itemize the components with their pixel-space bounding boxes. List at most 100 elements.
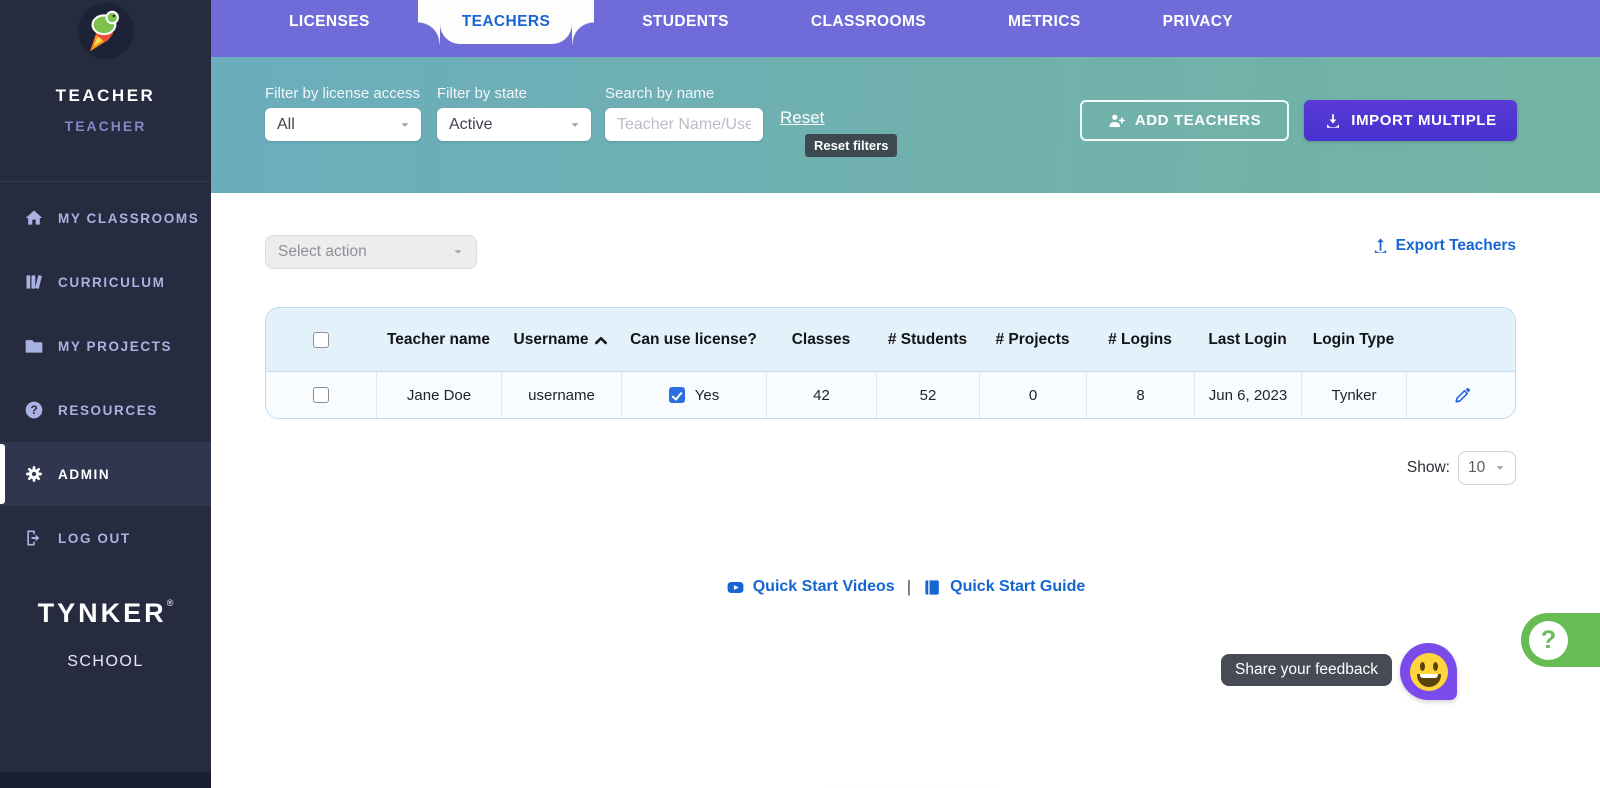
feedback-button[interactable] (1400, 643, 1457, 700)
tynker-logo: TYNKER® (0, 598, 211, 629)
school-name: TEACHER (0, 86, 211, 106)
admin-teachers-page: TEACHER TEACHER MY CLASSROOMS CURRICULUM (0, 0, 1600, 788)
smiley-icon (1410, 653, 1448, 691)
filter-license-access-select[interactable]: All (265, 108, 421, 141)
chevron-down-icon (399, 119, 411, 131)
quick-start-guide-link[interactable]: Quick Start Guide (923, 578, 1085, 597)
book-icon (923, 578, 942, 597)
sidebar-item-label: MY PROJECTS (58, 339, 172, 354)
row-checkbox[interactable] (313, 387, 329, 403)
export-icon (1372, 238, 1389, 255)
tab-label: TEACHERS (462, 13, 550, 31)
sidebar-item-my-projects[interactable]: MY PROJECTS (0, 314, 211, 378)
tab-teachers[interactable]: TEACHERS (440, 0, 572, 44)
license-checkbox[interactable] (669, 387, 685, 403)
page-size-select[interactable]: 10 (1458, 451, 1516, 485)
column-label: # Logins (1108, 331, 1172, 349)
school-logo[interactable] (0, 3, 211, 64)
can-use-license-cell: Yes (621, 372, 766, 418)
help-button[interactable]: ? (1521, 613, 1600, 667)
select-all-checkbox[interactable] (313, 332, 329, 348)
search-input[interactable] (605, 108, 763, 141)
row-select-cell (266, 372, 376, 418)
header-logins[interactable]: # Logins (1086, 308, 1194, 371)
video-icon (726, 578, 745, 597)
import-multiple-button[interactable]: IMPORT MULTIPLE (1304, 100, 1517, 141)
dino-rocket-logo-icon (78, 3, 134, 59)
teachers-table: Teacher name Username Can use license? C… (265, 307, 1516, 419)
folder-icon (24, 336, 44, 356)
tab-students[interactable]: STUDENTS (630, 0, 741, 44)
header-actions (1406, 308, 1516, 371)
teacher-name-cell: Jane Doe (376, 372, 501, 418)
header-students[interactable]: # Students (876, 308, 979, 371)
feedback-tooltip: Share your feedback (1221, 654, 1392, 686)
reset-filters-link[interactable]: Reset (780, 108, 824, 128)
main-content: Select action Export Teachers Teacher na… (211, 193, 1600, 788)
import-multiple-label: IMPORT MULTIPLE (1351, 112, 1496, 129)
gear-icon (24, 464, 44, 484)
sidebar-item-resources[interactable]: ? RESOURCES (0, 378, 211, 442)
sidebar-item-admin[interactable]: ADMIN (0, 442, 211, 506)
filter-bar: Filter by license access All Filter by s… (211, 57, 1600, 193)
username-cell: username (501, 372, 621, 418)
column-label: Can use license? (630, 331, 757, 349)
sidebar-item-label: ADMIN (58, 467, 110, 482)
search-group: Search by name (605, 85, 763, 141)
tab-label: STUDENTS (642, 13, 729, 31)
tab-licenses[interactable]: LICENSES (277, 0, 382, 44)
column-label: Teacher name (387, 331, 490, 349)
header-classes[interactable]: Classes (766, 308, 876, 371)
sidebar-item-label: RESOURCES (58, 403, 158, 418)
header-login-type[interactable]: Login Type (1301, 308, 1406, 371)
tab-label: METRICS (1008, 13, 1081, 31)
filter-state-select[interactable]: Active (437, 108, 591, 141)
add-teachers-button[interactable]: ADD TEACHERS (1080, 100, 1289, 141)
tab-metrics[interactable]: METRICS (996, 0, 1093, 44)
filter-state-group: Filter by state Active (437, 85, 591, 141)
students-cell: 52 (876, 372, 979, 418)
tab-label: CLASSROOMS (811, 13, 926, 31)
bottom-shadow (361, 746, 1461, 788)
tynker-wordmark: TYNKER (38, 598, 167, 628)
table-row: Jane Doe username Yes 42 52 0 8 Jun 6, 2… (266, 371, 1515, 418)
tab-label: PRIVACY (1163, 13, 1234, 31)
question-circle-icon: ? (24, 400, 44, 420)
sidebar-item-log-out[interactable]: LOG OUT (0, 506, 211, 570)
pencil-icon (1453, 386, 1472, 405)
reset-filters-tooltip: Reset filters (805, 134, 897, 157)
logins-cell: 8 (1086, 372, 1194, 418)
add-user-icon (1108, 112, 1126, 130)
header-last-login[interactable]: Last Login (1194, 308, 1301, 371)
sidebar-item-label: MY CLASSROOMS (58, 211, 199, 226)
select-action-dropdown[interactable]: Select action (265, 235, 477, 269)
header-projects[interactable]: # Projects (979, 308, 1086, 371)
books-icon (24, 272, 44, 292)
sidebar: TEACHER TEACHER MY CLASSROOMS CURRICULUM (0, 0, 211, 788)
filter-license-access-value: All (277, 116, 295, 134)
tab-privacy[interactable]: PRIVACY (1151, 0, 1246, 44)
header-select-all (266, 308, 376, 371)
edit-row-button[interactable] (1453, 386, 1472, 405)
sidebar-bottom-strip (0, 772, 211, 788)
sidebar-nav: MY CLASSROOMS CURRICULUM MY PROJECTS ? R… (0, 186, 211, 570)
export-teachers-link[interactable]: Export Teachers (1372, 237, 1516, 255)
links-separator: | (907, 577, 911, 597)
header-can-use-license[interactable]: Can use license? (621, 308, 766, 371)
license-value-label: Yes (695, 387, 719, 404)
sidebar-item-my-classrooms[interactable]: MY CLASSROOMS (0, 186, 211, 250)
header-teacher-name[interactable]: Teacher name (376, 308, 501, 371)
quick-start-links: Quick Start Videos | Quick Start Guide (211, 577, 1600, 597)
header-username[interactable]: Username (501, 308, 621, 371)
sidebar-item-curriculum[interactable]: CURRICULUM (0, 250, 211, 314)
add-teachers-label: ADD TEACHERS (1135, 112, 1261, 129)
tab-label: LICENSES (289, 13, 370, 31)
quick-start-videos-label: Quick Start Videos (753, 578, 895, 596)
tab-classrooms[interactable]: CLASSROOMS (799, 0, 938, 44)
column-label: Classes (792, 331, 851, 349)
filter-license-access-label: Filter by license access (265, 85, 421, 102)
filter-state-value: Active (449, 116, 493, 134)
quick-start-videos-link[interactable]: Quick Start Videos (726, 578, 895, 597)
home-icon (24, 208, 44, 228)
download-icon (1324, 112, 1342, 130)
